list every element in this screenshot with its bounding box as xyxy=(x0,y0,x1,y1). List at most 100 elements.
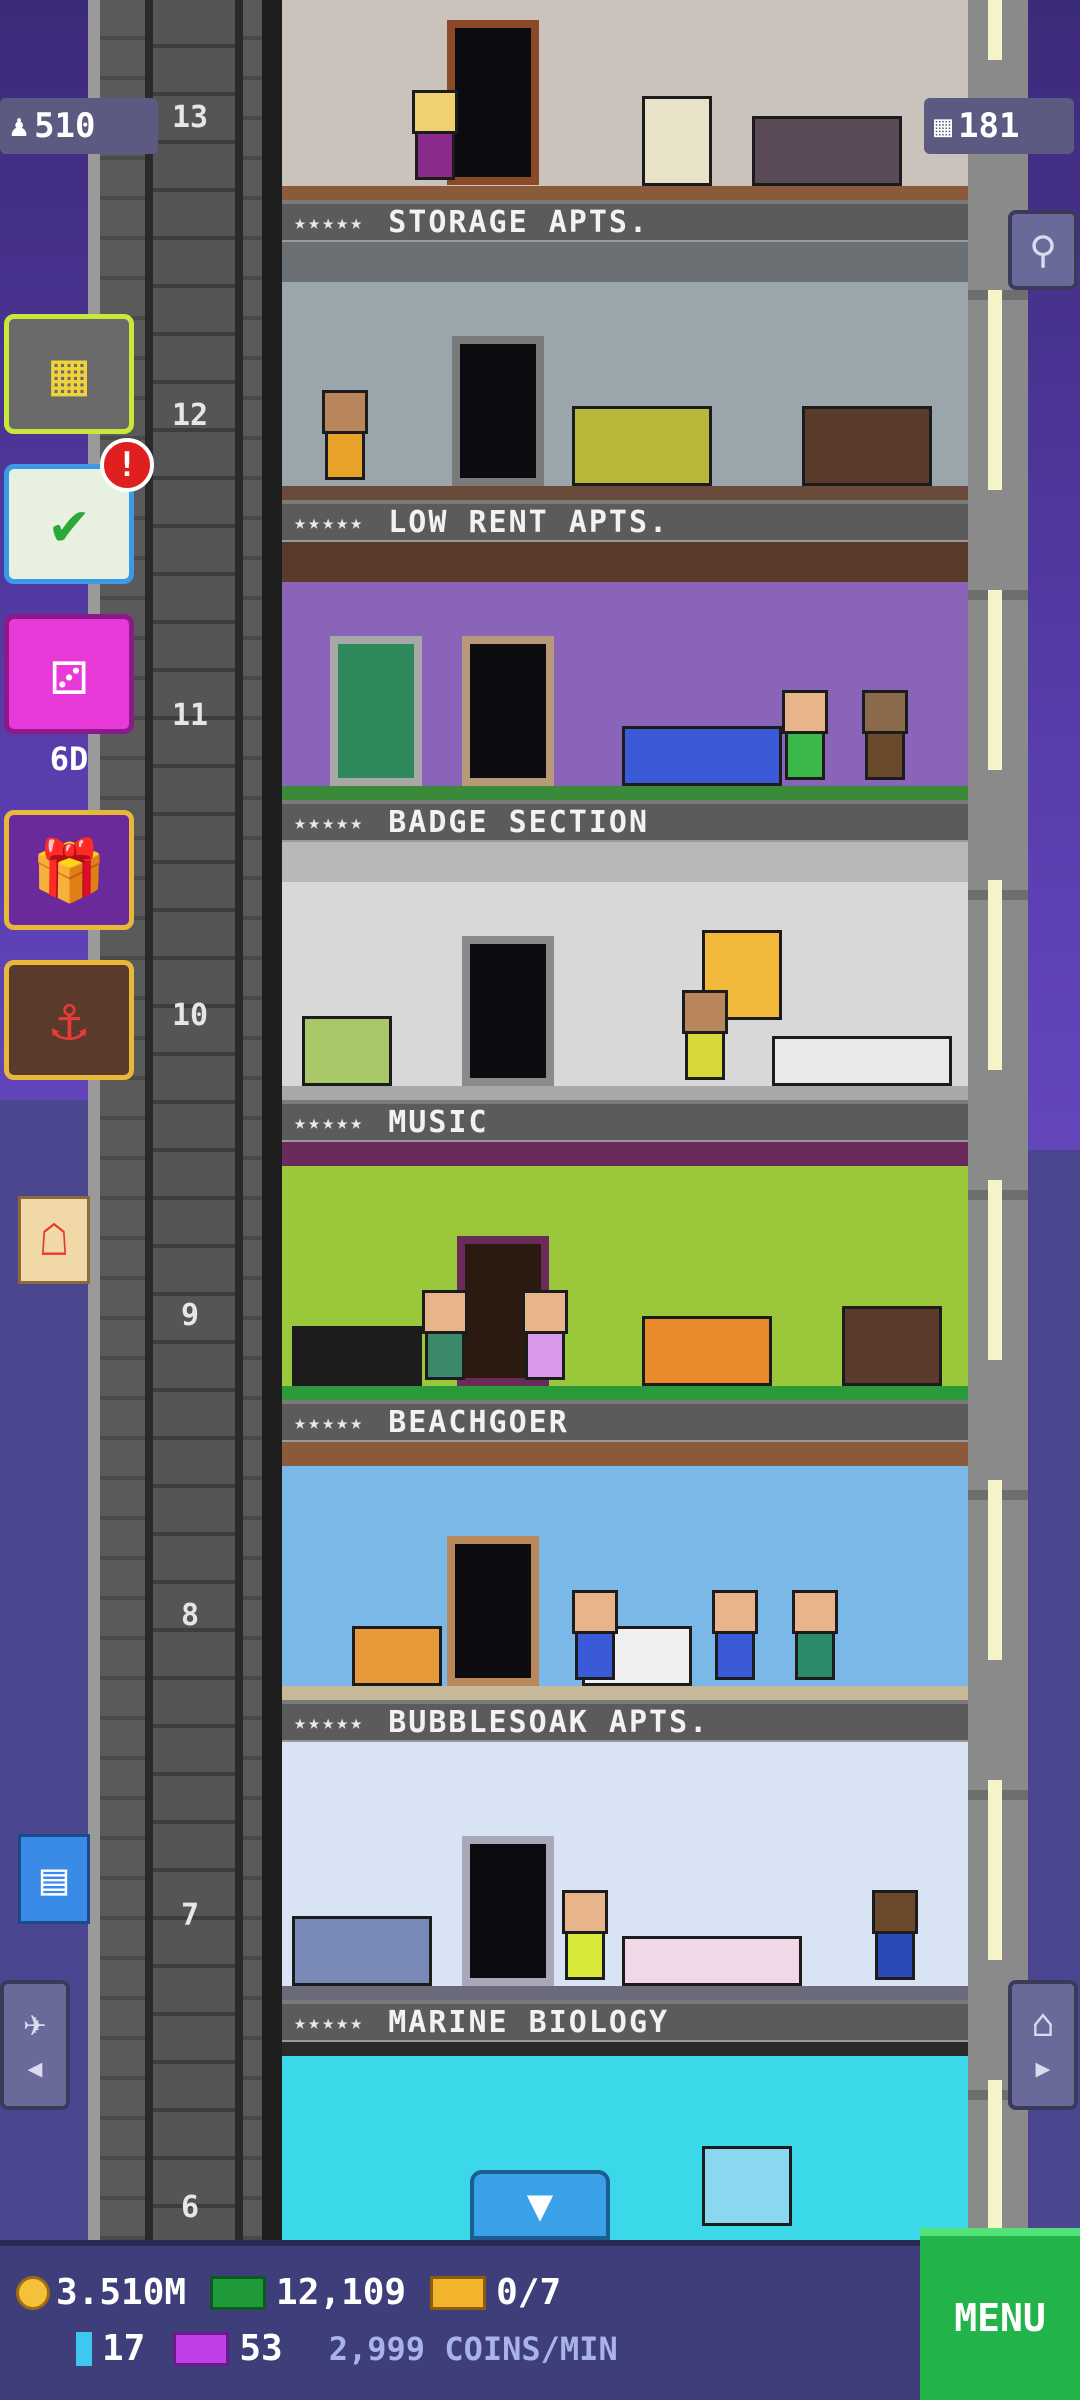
floor-stars: ★★★★★ xyxy=(294,1110,365,1134)
sofa xyxy=(752,116,902,186)
floor-number: 7 xyxy=(180,1898,200,1933)
fries-ad-button[interactable]: ☖ xyxy=(18,1196,90,1284)
floor-label-10[interactable]: ★★★★★ MUSIC xyxy=(282,1100,968,1140)
floor-13[interactable] xyxy=(282,0,968,200)
elevator-down-button[interactable]: ▼ xyxy=(470,2170,610,2240)
floor-number: 13 xyxy=(171,100,209,135)
wall-light xyxy=(988,1480,1002,1660)
menu-button[interactable]: MENU xyxy=(920,2228,1080,2400)
search-icon: ⚲ xyxy=(1029,228,1057,272)
armchair xyxy=(352,1626,442,1686)
population-counter[interactable]: ♟ 510 xyxy=(0,98,158,154)
chevron-right-icon: ▸ xyxy=(1031,2045,1055,2089)
airplane-button[interactable]: ✈ ◂ xyxy=(0,1980,70,2110)
bed xyxy=(642,1316,772,1386)
gift-button[interactable]: 🎁 xyxy=(4,810,134,930)
floor-label-11[interactable]: ★★★★★ BADGE SECTION xyxy=(282,800,968,840)
armchair xyxy=(302,1016,392,1086)
floor-stars: ★★★★★ xyxy=(294,1410,365,1434)
sofa xyxy=(622,726,782,786)
elevator-rail-left xyxy=(145,0,153,2240)
floor-name: MARINE BIOLOGY xyxy=(388,2004,670,2040)
floor-name: MUSIC xyxy=(388,1104,489,1140)
wall-light xyxy=(988,2080,1002,2230)
floor-9[interactable] xyxy=(282,1142,968,1400)
floor-7[interactable] xyxy=(282,1742,968,2000)
gift-icon: 🎁 xyxy=(31,835,107,906)
floor-name: BEACHGOER xyxy=(388,1404,569,1440)
fries-ad-icon: ☖ xyxy=(40,1214,68,1266)
fridge xyxy=(702,2146,792,2226)
coins-value: 3.510M xyxy=(56,2272,187,2313)
tower-overview-button[interactable]: ▦ xyxy=(4,314,134,434)
tv xyxy=(802,406,932,486)
floors-value: 181 xyxy=(958,106,1020,146)
floor-name: LOW RENT APTS. xyxy=(388,504,670,540)
wall-light xyxy=(988,290,1002,490)
floor-number: 9 xyxy=(180,1298,200,1333)
floor-number: 11 xyxy=(171,698,209,733)
floor-name: STORAGE APTS. xyxy=(388,204,650,240)
floor-stars: ★★★★★ xyxy=(294,1710,365,1734)
bottom-hud xyxy=(0,2240,1080,2400)
tower-overview-icon: ▦ xyxy=(50,339,88,409)
coin-icon xyxy=(16,2275,50,2310)
hud-row-top: 3.510M 12,109 0/7 xyxy=(16,2272,561,2313)
dice-button[interactable]: ⚂ xyxy=(4,614,134,734)
floor-number: 6 xyxy=(180,2190,200,2225)
floor-number: 12 xyxy=(171,398,209,433)
dice-icon: ⚂ xyxy=(50,639,88,709)
floor-label-8[interactable]: ★★★★★ BUBBLESOAK APTS. xyxy=(282,1700,968,1740)
airplane-icon: ✈ xyxy=(23,2001,47,2045)
floor-label-13[interactable]: ★★★★★ STORAGE APTS. xyxy=(282,200,968,240)
population-icon: ♟ xyxy=(10,108,29,144)
floor-label-12[interactable]: ★★★★★ LOW RENT APTS. xyxy=(282,500,968,540)
floor-stars: ★★★★★ xyxy=(294,2010,365,2034)
floor-10[interactable] xyxy=(282,842,968,1100)
floor-label-7[interactable]: ★★★★★ MARINE BIOLOGY xyxy=(282,2000,968,2040)
floor-stars: ★★★★★ xyxy=(294,810,365,834)
kitchen-counter xyxy=(772,1036,952,1086)
elevator-down-icon: ▼ xyxy=(526,2179,554,2231)
elevator-rail-outer xyxy=(262,0,282,2240)
floor-label-9[interactable]: ★★★★★ BEACHGOER xyxy=(282,1400,968,1440)
hud-row-bottom: 17 53 2,999 COINS/MIN xyxy=(76,2328,618,2369)
wall-light xyxy=(988,0,1002,60)
chevron-left-icon: ◂ xyxy=(23,2045,47,2089)
floor-stars: ★★★★★ xyxy=(294,510,365,534)
floors-icon: ▦ xyxy=(934,108,953,144)
dice-timer: 6D xyxy=(49,740,89,778)
shop-button[interactable]: ⚓ xyxy=(4,960,134,1080)
floors-counter[interactable]: ▦ 181 xyxy=(924,98,1074,154)
shop-stall-icon: ⚓ xyxy=(50,985,88,1055)
chat-button[interactable]: ▤ xyxy=(18,1834,90,1924)
home-button[interactable]: ⌂ ▸ xyxy=(1008,1980,1078,2110)
gem-icon xyxy=(76,2331,92,2366)
home-icon: ⌂ xyxy=(1031,2001,1055,2045)
wall-light xyxy=(988,880,1002,1070)
sofa xyxy=(572,406,712,486)
floor-12[interactable] xyxy=(282,242,968,500)
piano xyxy=(292,1326,422,1386)
floor-number: 8 xyxy=(180,1598,200,1633)
wall-light xyxy=(988,1180,1002,1360)
floor-stars: ★★★★★ xyxy=(294,210,365,234)
search-button[interactable]: ⚲ xyxy=(1008,210,1078,290)
floor-11[interactable] xyxy=(282,542,968,800)
floor-number: 10 xyxy=(171,998,209,1033)
floor-8[interactable] xyxy=(282,1442,968,1700)
bux-value: 12,109 xyxy=(276,2272,407,2313)
mission-checklist-icon: ✔ xyxy=(50,489,88,559)
vip-value: 53 xyxy=(239,2328,283,2369)
chat-icon: ▤ xyxy=(40,1853,68,1905)
vip-icon xyxy=(173,2331,230,2366)
floor-name: BUBBLESOAK APTS. xyxy=(388,1704,710,1740)
floor-name: BADGE SECTION xyxy=(388,804,650,840)
population-value: 510 xyxy=(34,106,96,146)
wall-light xyxy=(988,1780,1002,1960)
floor-6[interactable] xyxy=(282,2042,968,2240)
elevator-rail-right xyxy=(235,0,243,2240)
wall-light xyxy=(988,590,1002,770)
bux-icon xyxy=(210,2275,267,2310)
ticket-icon xyxy=(430,2275,487,2310)
